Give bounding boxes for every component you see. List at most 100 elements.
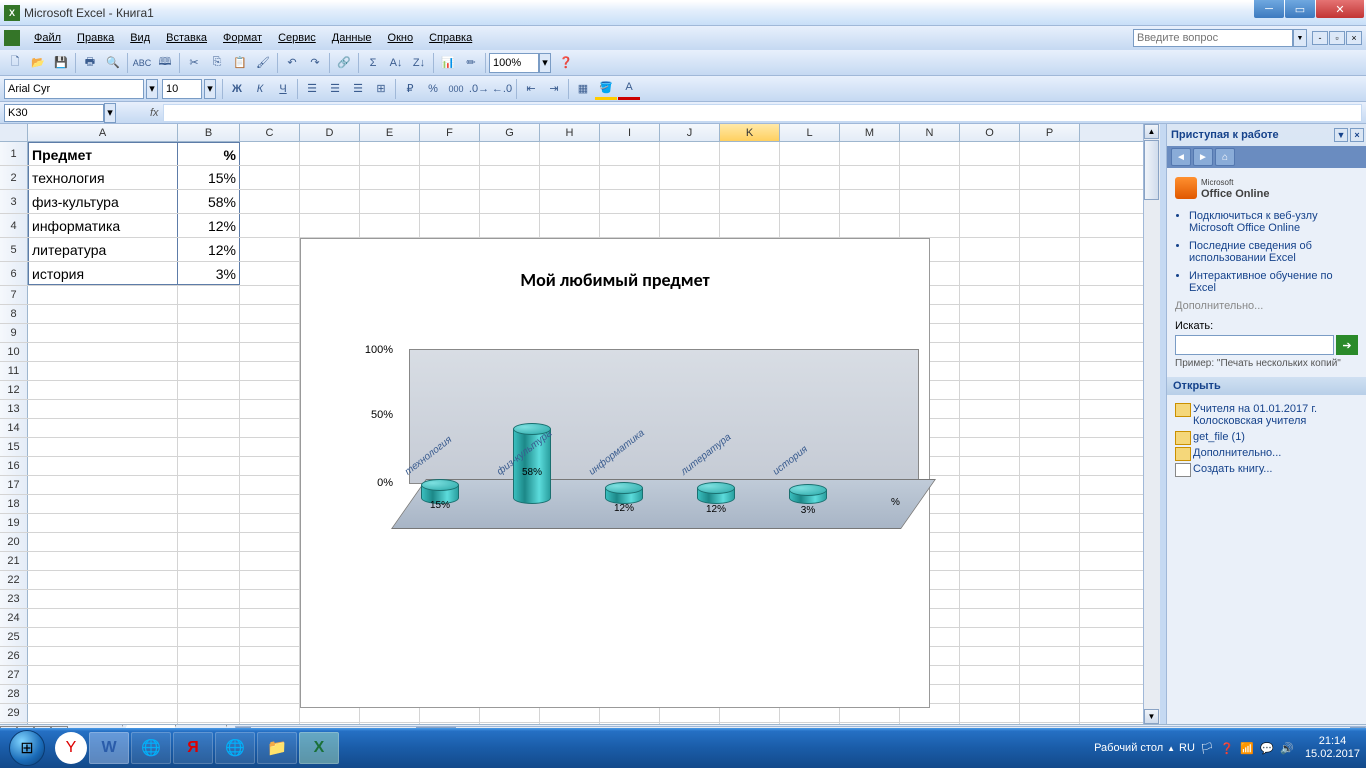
cell[interactable] [540,166,600,189]
row-header[interactable]: 23 [0,590,28,608]
cell[interactable] [360,214,420,237]
language-indicator[interactable]: RU [1179,742,1195,754]
cell[interactable] [28,647,178,665]
research-button[interactable]: 🕮 [154,52,176,74]
cell[interactable] [1020,685,1080,703]
cell[interactable] [960,381,1020,399]
formula-input[interactable] [163,104,1362,122]
cell[interactable] [240,381,300,399]
column-header[interactable]: P [1020,124,1080,141]
cell[interactable]: 58% [178,190,240,213]
taskbar-chrome2-icon[interactable]: 🌐 [215,732,255,764]
sort-asc-button[interactable]: A↓ [385,52,407,74]
cell[interactable] [1020,590,1080,608]
comma-button[interactable]: 000 [445,78,467,100]
align-left-button[interactable]: ☰ [301,78,323,100]
taskpane-home[interactable]: ⌂ [1215,148,1235,166]
recent-file[interactable]: Учителя на 01.01.2017 г. Колосковская уч… [1175,401,1358,429]
autosum-button[interactable]: Σ [362,52,384,74]
cell[interactable] [178,286,240,304]
mdi-restore-button[interactable]: ▫ [1329,31,1345,45]
cell[interactable] [480,723,540,724]
cell[interactable] [1020,324,1080,342]
cell[interactable] [480,190,540,213]
worksheet-grid[interactable]: ABCDEFGHIJKLMNOP 1Предмет%2технология15%… [0,124,1143,724]
cell[interactable] [240,286,300,304]
cell[interactable] [178,324,240,342]
cell[interactable]: история [28,262,178,285]
cell[interactable]: технология [28,166,178,189]
menu-window[interactable]: Окно [380,29,422,47]
cell[interactable] [1020,438,1080,456]
cell[interactable] [540,190,600,213]
row-header[interactable]: 29 [0,704,28,722]
cell[interactable] [28,514,178,532]
row-header[interactable]: 12 [0,381,28,399]
cell[interactable] [720,142,780,165]
column-header[interactable]: I [600,124,660,141]
cell[interactable] [1020,286,1080,304]
cell[interactable] [960,142,1020,165]
menu-tools[interactable]: Сервис [270,29,324,47]
redo-button[interactable]: ↷ [304,52,326,74]
cell[interactable] [480,214,540,237]
taskbar-explorer-icon[interactable]: 📁 [257,732,297,764]
vertical-scrollbar[interactable]: ▲ ▼ [1143,124,1160,724]
cell[interactable] [960,514,1020,532]
cell[interactable] [1020,723,1080,724]
cell[interactable] [960,305,1020,323]
cell[interactable] [28,381,178,399]
cell[interactable] [1020,214,1080,237]
cell[interactable] [240,362,300,380]
taskbar-yandex-icon[interactable]: Y [55,732,87,764]
new-button[interactable]: 🗋 [4,52,26,74]
cell[interactable] [360,190,420,213]
cell[interactable] [840,166,900,189]
cell[interactable] [240,704,300,722]
cell[interactable]: 12% [178,238,240,261]
taskpane-link[interactable]: Последние сведения об использовании Exce… [1189,240,1358,264]
currency-button[interactable]: ₽ [399,78,421,100]
cell[interactable] [960,647,1020,665]
cell[interactable] [240,166,300,189]
row-header[interactable]: 20 [0,533,28,551]
cell[interactable] [28,343,178,361]
cell[interactable] [600,190,660,213]
row-header[interactable]: 30 [0,723,28,724]
scroll-down-arrow[interactable]: ▼ [1144,709,1159,724]
cell[interactable] [960,324,1020,342]
cell[interactable] [1020,476,1080,494]
cell[interactable] [178,552,240,570]
merge-center-button[interactable]: ⊞ [370,78,392,100]
cell[interactable] [960,400,1020,418]
cell[interactable] [240,419,300,437]
cell[interactable] [660,166,720,189]
row-header[interactable]: 25 [0,628,28,646]
menu-format[interactable]: Формат [215,29,270,47]
row-header[interactable]: 4 [0,214,28,237]
cell[interactable] [900,723,960,724]
cell[interactable] [28,419,178,437]
cell[interactable] [960,438,1020,456]
cell[interactable] [960,214,1020,237]
column-header[interactable]: L [780,124,840,141]
minimize-button[interactable]: ─ [1254,0,1284,18]
cell[interactable] [178,400,240,418]
tray-action-center-icon[interactable]: 🏳 [1199,740,1215,756]
cell[interactable] [900,214,960,237]
cell[interactable] [28,666,178,684]
taskpane-forward[interactable]: ► [1193,148,1213,166]
cell[interactable] [660,214,720,237]
cell[interactable] [240,214,300,237]
italic-button[interactable]: К [249,78,271,100]
row-header[interactable]: 9 [0,324,28,342]
row-header[interactable]: 10 [0,343,28,361]
cell[interactable] [178,571,240,589]
cell[interactable] [960,723,1020,724]
cell[interactable] [28,438,178,456]
cell[interactable] [960,590,1020,608]
cell[interactable] [960,666,1020,684]
cell[interactable] [960,262,1020,285]
cell[interactable] [28,495,178,513]
row-header[interactable]: 17 [0,476,28,494]
